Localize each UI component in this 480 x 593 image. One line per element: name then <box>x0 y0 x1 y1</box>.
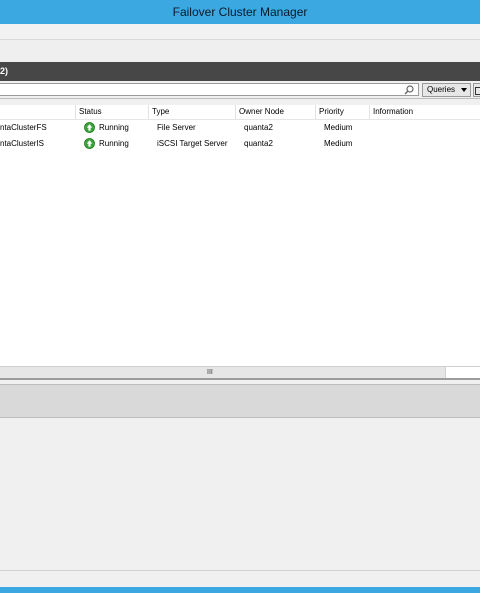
pane-header: 2) <box>0 62 480 81</box>
role-type: iSCSI Target Server <box>157 139 228 148</box>
details-panel <box>0 418 480 570</box>
search-icon[interactable] <box>404 85 414 95</box>
column-header-type[interactable]: Type <box>149 105 236 119</box>
role-priority: Medium <box>324 139 353 148</box>
role-status: Running <box>99 123 129 132</box>
window-bottom-border <box>0 587 480 593</box>
column-header-owner-node[interactable]: Owner Node <box>236 105 316 119</box>
pane-splitter[interactable] <box>0 378 480 383</box>
table-row[interactable]: ntaClusterIS Running iSCSI Target Server… <box>0 136 480 151</box>
save-query-button[interactable] <box>473 83 480 97</box>
horizontal-scrollbar[interactable]: III <box>0 366 445 378</box>
running-up-arrow-icon <box>84 122 95 133</box>
menu-bar <box>0 24 480 40</box>
scrollbar-grip[interactable]: III <box>207 369 213 377</box>
table-row[interactable]: ntaClusterFS Running File Server quanta2… <box>0 120 480 135</box>
title-bar: Failover Cluster Manager <box>0 0 480 24</box>
role-name: ntaClusterIS <box>0 139 45 148</box>
queries-button[interactable]: Queries <box>422 83 471 97</box>
running-up-arrow-icon <box>84 138 95 149</box>
role-name: ntaClusterFS <box>0 123 47 132</box>
status-bar <box>0 570 480 587</box>
column-header-priority[interactable]: Priority <box>316 105 370 119</box>
role-priority: Medium <box>324 123 353 132</box>
role-type: File Server <box>157 123 196 132</box>
column-header-status[interactable]: Status <box>76 105 149 119</box>
save-icon <box>475 87 480 95</box>
search-row: Queries <box>0 81 480 99</box>
queries-label: Queries <box>427 85 456 94</box>
details-header <box>0 384 480 418</box>
role-owner-node: quanta2 <box>244 123 273 132</box>
column-header-information[interactable]: Information <box>370 105 480 119</box>
toolbar <box>0 40 480 62</box>
pane-header-text: 2) <box>0 66 9 76</box>
role-owner-node: quanta2 <box>244 139 273 148</box>
column-headers: Status Type Owner Node Priority Informat… <box>0 105 480 120</box>
chevron-down-icon <box>461 88 467 92</box>
scrollbar-corner <box>445 366 480 378</box>
window-title: Failover Cluster Manager <box>172 5 308 19</box>
role-status: Running <box>99 139 129 148</box>
search-input[interactable] <box>0 83 419 96</box>
column-header-name[interactable] <box>0 105 76 119</box>
